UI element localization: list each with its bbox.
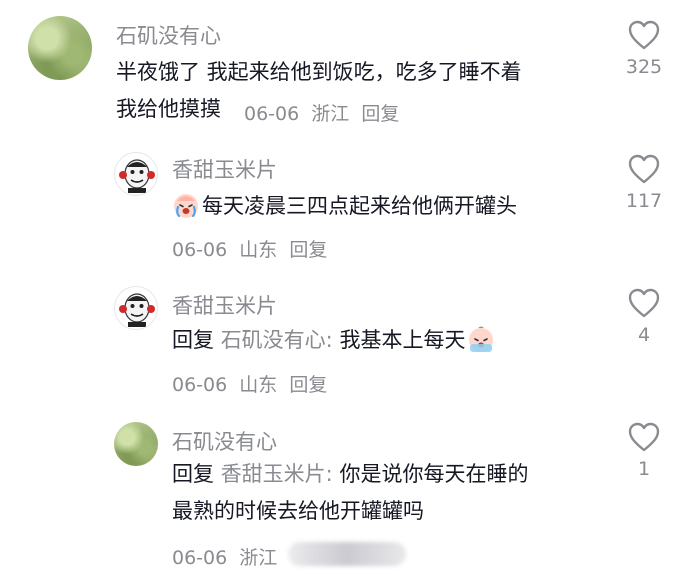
reply-to-username[interactable]: 石矶没有心: [221, 328, 333, 352]
comment-location: 浙江 [311, 103, 350, 125]
comment-username[interactable]: 香甜玉米片 [172, 154, 277, 184]
reply-button[interactable]: 回复 [361, 103, 399, 125]
comment-text-line: 我给他摸摸 [116, 97, 221, 121]
comment-text-content: 我基本上每天 [339, 328, 466, 352]
comment-date: 06-06 [172, 239, 228, 261]
watermark-blur [288, 542, 406, 566]
heart-outline-icon [628, 422, 660, 452]
like-button[interactable]: 1 [614, 422, 674, 480]
avatar[interactable] [114, 152, 158, 196]
like-count: 325 [625, 56, 663, 78]
avatar[interactable] [114, 422, 158, 466]
comment-date: 06-06 [172, 374, 228, 396]
like-button[interactable]: 4 [614, 288, 674, 346]
comment-text: 回复 石矶没有心: 我基本上每天 [172, 322, 495, 359]
avatar[interactable] [114, 286, 158, 330]
heart-outline-icon [628, 20, 660, 50]
comment-meta: 06-06 山东 回复 [172, 370, 333, 397]
reply-to-username[interactable]: 香甜玉米片: [221, 462, 333, 486]
like-count: 117 [625, 190, 663, 212]
comment-location: 山东 [239, 374, 278, 396]
reply-prefix: 回复 [172, 328, 214, 352]
comment-meta: 06-06 浙江 回复 [244, 99, 405, 126]
like-button[interactable]: 117 [614, 154, 674, 212]
comment-text-content: 每天凌晨三四点起来给他俩开罐头 [202, 194, 517, 218]
comment-meta: 06-06 山东 回复 [172, 235, 333, 262]
comment-text-line: 最熟的时候去给他开罐罐吗 [172, 499, 424, 523]
comment-text: 每天凌晨三四点起来给他俩开罐头 [172, 188, 517, 225]
like-count: 1 [637, 458, 651, 480]
avatar[interactable] [28, 16, 92, 80]
comment-text: 回复 香甜玉米片: 你是说你每天在睡的 最熟的时候去给他开罐罐吗 [172, 456, 528, 530]
like-count: 4 [637, 324, 651, 346]
reply-button[interactable]: 回复 [289, 374, 327, 396]
comment-meta: 06-06 浙江 [172, 543, 283, 570]
comment-item: 石矶没有心 半夜饿了 我起来给他到饭吃，吃多了睡不着 我给他摸摸 06-06 浙… [0, 0, 690, 140]
comment-date: 06-06 [172, 547, 228, 569]
comment-text-line: 回复 香甜玉米片: 你是说你每天在睡的 [172, 456, 528, 493]
sweating-emoji-icon [469, 326, 494, 352]
comment-username[interactable]: 香甜玉米片 [172, 290, 277, 320]
heart-outline-icon [628, 154, 660, 184]
reply-item: 香甜玉米片 回复 石矶没有心: 我基本上每天 06-06 山东 回复 4 [0, 274, 690, 410]
reply-button[interactable]: 回复 [289, 239, 327, 261]
comment-text-content: 你是说你每天在睡的 [339, 462, 529, 486]
comment-username[interactable]: 石矶没有心 [172, 426, 277, 456]
crying-emoji-icon [174, 194, 198, 218]
comment-username[interactable]: 石矶没有心 [116, 20, 221, 50]
heart-outline-icon [628, 288, 660, 318]
meme-face-icon [119, 293, 155, 327]
comment-location: 山东 [239, 239, 278, 261]
comment-text-line: 半夜饿了 我起来给他到饭吃，吃多了睡不着 [116, 60, 522, 84]
comment-date: 06-06 [244, 103, 300, 125]
like-button[interactable]: 325 [614, 20, 674, 78]
reply-prefix: 回复 [172, 462, 214, 486]
meme-face-icon [119, 159, 155, 193]
reply-item: 香甜玉米片 每天凌晨三四点起来给他俩开罐头 06-06 山东 回复 117 [0, 140, 690, 274]
comment-location: 浙江 [239, 547, 278, 569]
